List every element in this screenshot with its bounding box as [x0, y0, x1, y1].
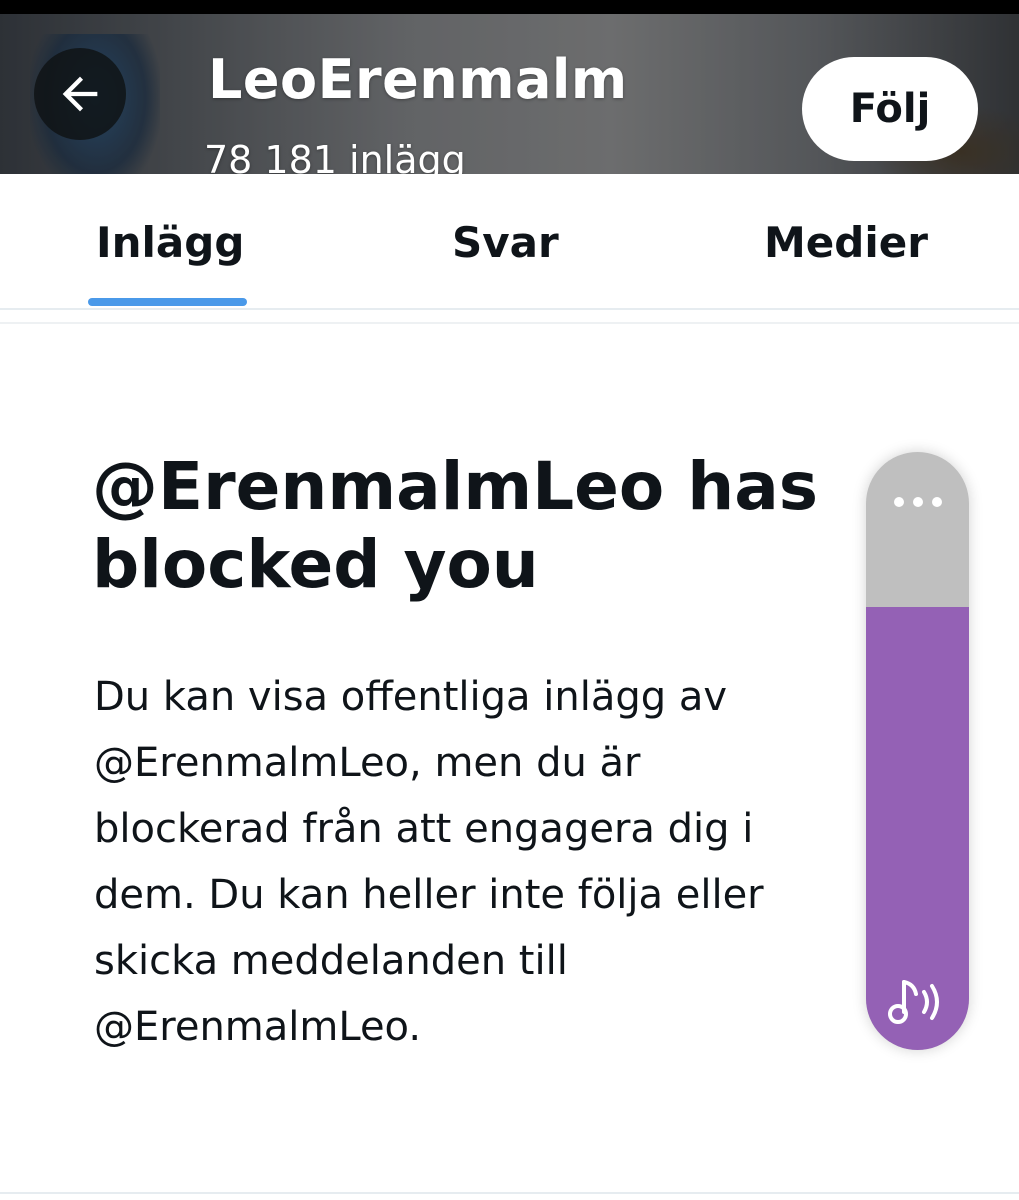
profile-name: LeoErenmalm [208, 48, 628, 111]
blocked-heading: @ErenmalmLeo has blocked you [92, 448, 819, 603]
follow-button[interactable]: Följ [802, 57, 978, 161]
tab-replies[interactable]: Svar [452, 218, 559, 267]
active-tab-indicator [88, 298, 247, 306]
tab-media[interactable]: Medier [764, 218, 928, 267]
blocked-description: Du kan visa offentliga inlägg av @Erenma… [94, 674, 764, 1050]
music-volume-icon [888, 980, 939, 1024]
arrow-left-icon [62, 76, 98, 112]
divider-bottom [0, 1192, 1019, 1194]
tab-posts[interactable]: Inlägg [96, 218, 244, 267]
profile-header: LeoErenmalm 78 181 inlägg Följ [0, 14, 1019, 174]
volume-slider[interactable] [866, 452, 969, 1050]
divider [0, 322, 1019, 324]
more-dots-icon[interactable] [866, 488, 969, 516]
post-count: 78 181 inlägg [204, 138, 466, 174]
profile-tabs: Inlägg Svar Medier [0, 174, 1019, 310]
status-bar-strip [0, 0, 1019, 14]
back-button[interactable] [34, 48, 126, 140]
